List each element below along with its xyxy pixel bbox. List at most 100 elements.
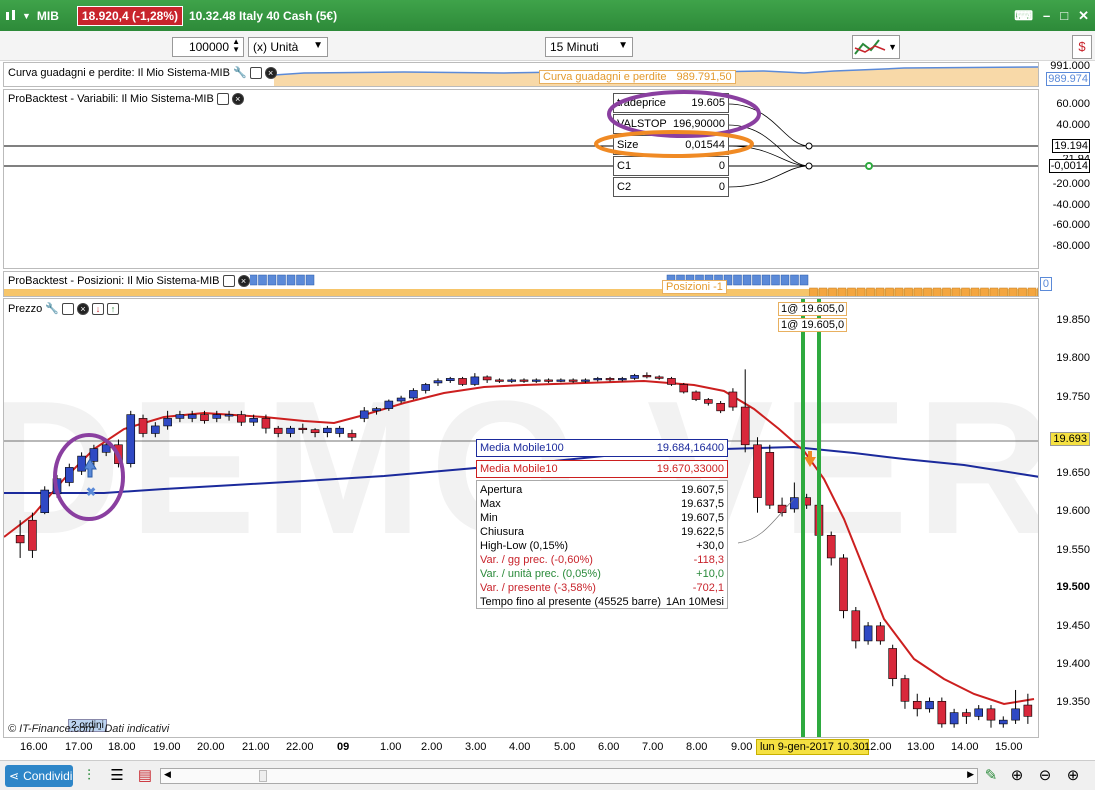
axis-tick: 60.000 (1056, 98, 1090, 110)
current-price-label: 19.693 (1050, 432, 1090, 446)
close-icon[interactable]: × (231, 93, 244, 105)
candle (912, 700, 922, 710)
candle (200, 414, 209, 421)
time-tick: 14.00 (951, 741, 979, 753)
link-icon[interactable]: $ (1072, 35, 1092, 59)
axis-tick: -80.000 (1052, 240, 1090, 252)
keyboard-icon[interactable]: ⌨ (1014, 8, 1033, 24)
candle (765, 452, 775, 506)
indicators-button[interactable]: ▼ (852, 35, 900, 59)
position-short-cell (904, 287, 913, 296)
move-down-icon[interactable]: ↓ (91, 302, 104, 315)
candle (310, 429, 320, 434)
positions-tooltip: Posizioni -1 (662, 280, 727, 294)
chevron-down-icon: ▼ (618, 40, 628, 51)
add-indicator-icon[interactable]: ⫶ (80, 767, 98, 785)
candle (949, 712, 959, 725)
position-long-cell (790, 274, 799, 286)
candle (728, 391, 738, 408)
window-icon[interactable] (61, 302, 74, 315)
candle (151, 425, 160, 434)
candle (138, 418, 148, 434)
drawing-tool-icon[interactable]: ✎ (982, 767, 1000, 785)
positions-axis-value: 0 (1039, 277, 1052, 291)
candle (409, 390, 418, 399)
position-short-cell (942, 287, 951, 296)
var-value: 0 (718, 181, 725, 193)
candle (482, 376, 492, 381)
candle (654, 376, 664, 379)
time-tick: 22.00 (286, 741, 314, 753)
timeframe-select[interactable]: 15 Minuti ▼ (545, 37, 633, 57)
candle (458, 378, 467, 385)
scroll-right-icon[interactable]: ▶ (967, 769, 974, 780)
info-label: Chiusura (480, 526, 525, 538)
candle (396, 397, 406, 402)
share-button[interactable]: ⋖ Condividi (5, 765, 73, 787)
list-icon[interactable]: ☰ (108, 767, 126, 785)
minimize-icon[interactable]: – (1043, 8, 1050, 24)
variables-panel-label: ProBacktest - Variabili: Il Mio Sistema-… (8, 93, 244, 105)
position-short-cell (837, 287, 847, 296)
order-book-icon[interactable]: ▤ (136, 767, 154, 785)
symbol-label[interactable]: MIB (37, 9, 59, 23)
candle (925, 700, 934, 710)
unit-select[interactable]: (x) Unità ▼ (248, 37, 328, 57)
zoom-fit-icon[interactable]: ⊕ (1008, 767, 1026, 785)
panel-title: Curva guadagni e perdite: Il Mio Sistema… (8, 66, 230, 79)
candle (876, 625, 885, 642)
info-label: Apertura (480, 484, 523, 496)
maximize-icon[interactable]: □ (1060, 8, 1068, 24)
position-short-cell (961, 287, 970, 296)
close-icon[interactable]: × (237, 275, 250, 287)
position-long-cell (780, 274, 790, 286)
var-value: 0 (718, 160, 725, 172)
info-label: High-Low (0,15%) (480, 540, 569, 552)
candle (986, 708, 996, 721)
window-icon[interactable] (222, 275, 235, 287)
info-label: Tempo fino al presente (45525 barre) (480, 596, 661, 608)
chevron-down-icon: ▼ (888, 42, 897, 52)
move-up-icon[interactable]: ↑ (106, 302, 119, 315)
time-tick: 20.00 (197, 741, 225, 753)
candle (974, 708, 983, 717)
close-icon[interactable]: × (264, 66, 277, 79)
candle (163, 418, 172, 427)
candle (998, 719, 1008, 725)
candlestick-icon[interactable] (4, 9, 18, 23)
zoom-out-icon[interactable]: ⊖ (1036, 767, 1054, 785)
close-icon[interactable]: ✕ (1078, 8, 1089, 24)
position-short-cell (866, 287, 875, 296)
toolbar: 100000 ▲ ▼ (x) Unità ▼ 15 Minuti ▼ ▼ $ (0, 31, 1095, 61)
wrench-icon[interactable]: 🔧 (233, 66, 247, 79)
scroll-left-icon[interactable]: ◀ (164, 769, 171, 780)
var-name: C2 (617, 181, 632, 193)
candle (237, 414, 246, 423)
window-icon[interactable] (249, 66, 262, 79)
time-tick: 2.00 (421, 741, 443, 753)
close-icon[interactable]: × (76, 302, 89, 315)
position-long-cell (258, 274, 267, 286)
wrench-icon[interactable]: 🔧 (45, 302, 59, 315)
info-label: Max (480, 498, 501, 510)
info-value: -702,1 (692, 582, 724, 594)
position-short-cell (989, 287, 999, 296)
position-long-cell (733, 274, 742, 286)
position-short-cell (875, 287, 885, 296)
var-c2: C2 0 (613, 177, 729, 197)
time-tick: 12.00 (864, 741, 892, 753)
chevron-down-icon[interactable]: ▼ (22, 11, 31, 21)
chart-scrollbar[interactable]: ◀ ▶ (160, 768, 978, 784)
axis-tick: 40.000 (1056, 119, 1090, 131)
quantity-input[interactable]: 100000 ▲ ▼ (172, 37, 244, 57)
position-short-cell (1037, 287, 1038, 296)
equity-tooltip-value: 989.791,50 (676, 71, 732, 83)
zoom-in-icon[interactable]: ⊕ (1064, 767, 1082, 785)
window-icon[interactable] (216, 93, 229, 105)
candle (863, 625, 873, 642)
stepper-icon[interactable]: ▲ ▼ (232, 38, 240, 54)
time-axis: 16.00 17.00 18.00 19.00 20.00 21.00 22.0… (0, 738, 1040, 758)
candle (544, 379, 553, 382)
equity-axis-top: 991.000 (1050, 60, 1090, 72)
scroll-thumb[interactable] (259, 770, 267, 782)
